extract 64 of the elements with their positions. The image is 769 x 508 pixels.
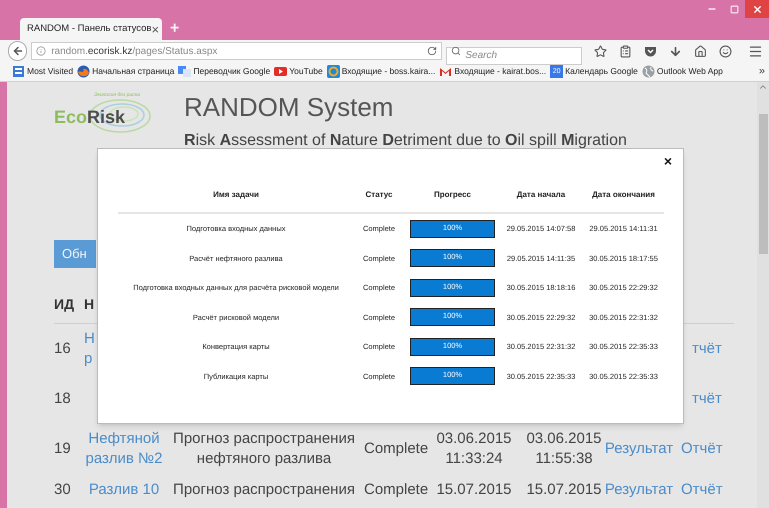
page-title: RANDOM System (184, 92, 394, 122)
back-button[interactable] (8, 41, 28, 61)
page-subtitle: Risk Assessment of Nature Detriment due to Oil spill Migration (184, 131, 627, 151)
shield-icon[interactable] (644, 44, 657, 58)
table-cell-text: 16 (54, 338, 72, 359)
search-field[interactable]: Search (446, 46, 582, 64)
close-icon (752, 4, 762, 14)
bookmark-link[interactable]: Переводчик Google (193, 65, 270, 78)
table-cell: 11:33:24 (445, 449, 503, 469)
menu-icon[interactable] (748, 44, 763, 58)
column-header: Н (84, 295, 94, 314)
column-header: Прогресс (433, 188, 472, 200)
bookmark-link[interactable]: Входящие - kairat.bos... (454, 65, 546, 78)
play-icon (274, 65, 288, 78)
close-button[interactable]: × (664, 154, 672, 168)
table-cell: р (84, 349, 92, 369)
bookmark-link[interactable]: Календарь Google (565, 65, 638, 78)
bookmark-link[interactable]: Начальная страница (92, 65, 174, 78)
bookmark-link[interactable]: Outlook Web App (656, 65, 723, 78)
clipboard-icon[interactable] (619, 44, 632, 58)
bookmarks-overflow-button[interactable]: » (758, 63, 765, 80)
table-cell: Н (84, 329, 95, 349)
table-cell: 15.07.2015 (436, 480, 512, 500)
table-cell: разлив №2 (86, 449, 162, 469)
scrollbar-thumb[interactable] (758, 114, 768, 254)
bookmark-link[interactable]: YouTube (289, 65, 323, 78)
table-cell: нефтяного разлива (196, 449, 332, 469)
firefox-icon (77, 65, 90, 78)
bookmark-link[interactable]: Most Visited (27, 65, 74, 78)
column-header: Дата окончания (591, 188, 656, 200)
close-window-button[interactable] (745, 0, 769, 18)
table-cell-text: 19 (54, 438, 72, 459)
browser-tab[interactable]: RANDOM - Панель статусов× (20, 18, 162, 40)
back-arrow-icon (12, 45, 24, 57)
swirl-icon (89, 98, 151, 134)
tab-close-button[interactable]: × (151, 22, 160, 36)
table-cell: Прогноз распространения (173, 480, 355, 500)
column-header: Имя задачи (212, 188, 260, 200)
column-header: Дата начала (516, 188, 566, 200)
bookmark-star-icon[interactable] (594, 44, 607, 58)
table-cell: Прогноз распространения (173, 429, 355, 449)
home-icon[interactable] (694, 44, 707, 58)
smiley-icon[interactable] (719, 44, 732, 58)
tab-title: RANDOM - Панель статусов (27, 22, 152, 36)
column-header: Статус (364, 188, 394, 200)
table-cell: Нефтяной (88, 429, 160, 449)
table-cell-text: 30 (54, 480, 72, 500)
envelope-icon (439, 65, 452, 78)
column-header: ИД (54, 295, 74, 314)
bookmarks-folder-icon (12, 65, 25, 78)
table-cell: 15.07.2015 (526, 480, 602, 500)
table-cell: 11:55:38 (535, 449, 593, 469)
mail-icon (326, 65, 340, 78)
bookmark-link[interactable]: Входящие - boss.kaira... (342, 65, 436, 78)
table-cell: 03.06.2015 (436, 429, 512, 449)
translate-icon (178, 65, 192, 78)
table-cell-text: 18 (54, 388, 72, 409)
table-cell: 03.06.2015 (526, 429, 602, 449)
download-icon[interactable] (669, 44, 682, 58)
globe-icon (642, 65, 655, 78)
search-icon (451, 46, 462, 56)
table-cell: Разлив 10 (88, 480, 160, 500)
maximize-icon (730, 4, 738, 14)
logo-text: EcoRisk (54, 106, 126, 129)
